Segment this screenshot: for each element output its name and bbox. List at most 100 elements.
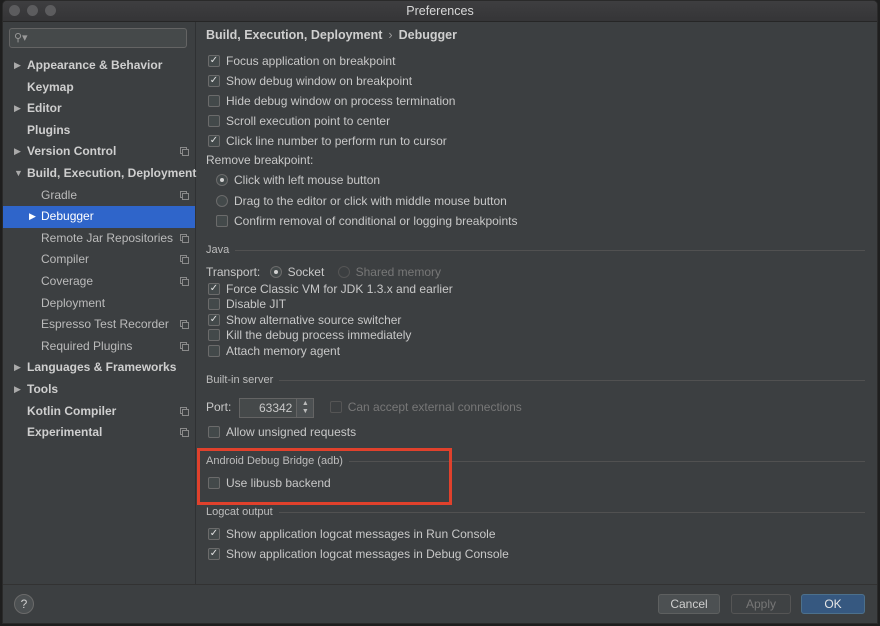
alt-source-label: Show alternative source switcher bbox=[226, 313, 402, 327]
project-settings-icon bbox=[180, 255, 189, 265]
force-classic-checkbox[interactable]: ✓ bbox=[208, 282, 220, 295]
breadcrumb-parent[interactable]: Build, Execution, Deployment bbox=[206, 28, 382, 42]
sidebar-item-tools[interactable]: ▶ Tools bbox=[3, 379, 195, 401]
sidebar-item-label: Languages & Frameworks bbox=[27, 360, 177, 375]
minimize-window-button[interactable] bbox=[27, 5, 38, 16]
sidebar-item-experimental[interactable]: Experimental bbox=[3, 422, 195, 444]
maximize-window-button[interactable] bbox=[45, 5, 56, 16]
kill-process-checkbox[interactable] bbox=[208, 328, 220, 341]
scroll-exec-point-checkbox[interactable] bbox=[208, 114, 220, 127]
section-divider bbox=[206, 250, 865, 251]
sidebar-item-deployment[interactable]: Deployment bbox=[3, 293, 195, 315]
external-connections-checkbox bbox=[329, 400, 342, 413]
help-button[interactable]: ? bbox=[14, 594, 34, 614]
show-debug-window-checkbox[interactable]: ✓ bbox=[208, 74, 220, 87]
sidebar-item-languages-frameworks[interactable]: ▶ Languages & Frameworks bbox=[3, 357, 195, 379]
expand-arrow-icon[interactable]: ▶ bbox=[14, 357, 21, 379]
collapse-arrow-icon[interactable]: ▼ bbox=[14, 163, 23, 185]
force-classic-label: Force Classic VM for JDK 1.3.x and earli… bbox=[226, 282, 453, 296]
search-box[interactable]: ⚲▾ bbox=[9, 28, 187, 48]
title-bar: Preferences bbox=[3, 1, 877, 22]
attach-memory-checkbox[interactable] bbox=[208, 344, 220, 357]
alt-source-checkbox[interactable]: ✓ bbox=[208, 313, 220, 326]
click-left-radio[interactable] bbox=[216, 173, 228, 186]
kill-process-label: Kill the debug process immediately bbox=[226, 328, 412, 342]
logcat-debug-console-option[interactable]: ✓ Show application logcat messages in Deb… bbox=[208, 545, 509, 563]
expand-arrow-icon[interactable]: ▶ bbox=[14, 379, 21, 401]
sidebar-item-label: Plugins bbox=[27, 122, 71, 137]
cancel-button[interactable]: Cancel bbox=[658, 594, 720, 614]
sidebar-item-required-plugins[interactable]: Required Plugins bbox=[3, 336, 195, 358]
project-settings-icon bbox=[180, 190, 189, 200]
expand-arrow-icon[interactable]: ▶ bbox=[14, 141, 21, 163]
logcat-run-console-checkbox[interactable]: ✓ bbox=[208, 527, 220, 540]
port-spinner[interactable]: ▲ ▼ bbox=[297, 397, 315, 418]
hide-debug-window-checkbox[interactable] bbox=[208, 94, 220, 107]
logcat-debug-console-checkbox[interactable]: ✓ bbox=[208, 547, 220, 560]
logcat-run-console-option[interactable]: ✓ Show application logcat messages in Run… bbox=[208, 525, 496, 543]
sidebar-item-build-execution-deployment[interactable]: ▼ Build, Execution, Deployment bbox=[3, 163, 197, 185]
sidebar-item-compiler[interactable]: Compiler bbox=[3, 249, 195, 271]
adb-highlight-annotation bbox=[197, 448, 452, 505]
sidebar-item-plugins[interactable]: Plugins bbox=[3, 120, 195, 142]
show-debug-window-option[interactable]: ✓ Show debug window on breakpoint bbox=[208, 72, 412, 90]
click-line-number-checkbox[interactable]: ✓ bbox=[208, 134, 220, 147]
sidebar-item-appearance-behavior[interactable]: ▶ Appearance & Behavior bbox=[3, 55, 195, 77]
project-settings-icon bbox=[180, 233, 189, 243]
expand-arrow-icon[interactable]: ▶ bbox=[14, 98, 21, 120]
click-line-number-option[interactable]: ✓ Click line number to perform run to cur… bbox=[208, 132, 447, 150]
project-settings-icon bbox=[180, 341, 189, 351]
section-divider bbox=[206, 512, 865, 513]
search-input[interactable] bbox=[28, 30, 182, 48]
disable-jit-checkbox[interactable] bbox=[208, 297, 220, 310]
sidebar-item-editor[interactable]: ▶ Editor bbox=[3, 98, 195, 120]
drag-or-middle-radio[interactable] bbox=[216, 194, 228, 207]
spinner-down-icon[interactable]: ▼ bbox=[302, 408, 309, 415]
spinner-up-icon[interactable]: ▲ bbox=[302, 400, 309, 407]
socket-option[interactable]: Socket bbox=[269, 265, 324, 279]
confirm-removal-option[interactable]: Confirm removal of conditional or loggin… bbox=[216, 212, 517, 230]
logcat-run-console-label: Show application logcat messages in Run … bbox=[226, 527, 496, 541]
expand-arrow-icon[interactable]: ▶ bbox=[29, 206, 36, 228]
server-section-title: Built-in server bbox=[206, 373, 280, 387]
remove-breakpoint-label: Remove breakpoint: bbox=[206, 153, 314, 167]
sidebar-item-label: Build, Execution, Deployment bbox=[27, 165, 197, 180]
unsigned-requests-option[interactable]: Allow unsigned requests bbox=[208, 423, 356, 441]
project-settings-icon bbox=[180, 428, 189, 438]
scroll-exec-point-option[interactable]: Scroll execution point to center bbox=[208, 112, 390, 130]
hide-debug-window-option[interactable]: Hide debug window on process termination bbox=[208, 92, 455, 110]
unsigned-requests-checkbox[interactable] bbox=[208, 425, 220, 438]
confirm-removal-checkbox[interactable] bbox=[216, 214, 228, 227]
sidebar-item-label: Deployment bbox=[41, 295, 106, 310]
project-settings-icon bbox=[180, 406, 189, 416]
socket-radio[interactable] bbox=[269, 265, 282, 278]
focus-app-option[interactable]: ✓ Focus application on breakpoint bbox=[208, 52, 395, 70]
attach-memory-option[interactable]: Attach memory agent bbox=[208, 342, 340, 360]
shared-memory-radio bbox=[337, 265, 350, 278]
sidebar-item-gradle[interactable]: Gradle bbox=[3, 185, 195, 207]
port-input[interactable]: 63342 bbox=[239, 397, 298, 418]
disable-jit-label: Disable JIT bbox=[226, 297, 287, 311]
click-left-option[interactable]: Click with left mouse button bbox=[216, 171, 380, 189]
sidebar-item-remote-jar-repositories[interactable]: Remote Jar Repositories bbox=[3, 228, 195, 250]
server-section-header: Built-in server bbox=[206, 373, 865, 387]
sidebar-item-label: Espresso Test Recorder bbox=[41, 317, 169, 332]
breadcrumb-current: Debugger bbox=[398, 28, 457, 42]
sidebar-item-label: Gradle bbox=[41, 187, 78, 202]
sidebar-item-kotlin-compiler[interactable]: Kotlin Compiler bbox=[3, 401, 195, 423]
sidebar-item-label: Appearance & Behavior bbox=[27, 58, 163, 72]
sidebar-item-espresso-test-recorder[interactable]: Espresso Test Recorder bbox=[3, 314, 195, 336]
focus-app-checkbox[interactable]: ✓ bbox=[208, 54, 220, 67]
sidebar-item-version-control[interactable]: ▶ Version Control bbox=[3, 141, 195, 163]
ok-button[interactable]: OK bbox=[801, 594, 865, 614]
sidebar-item-label: Version Control bbox=[27, 144, 117, 159]
sidebar-item-debugger[interactable]: ▶ Debugger bbox=[3, 206, 195, 228]
drag-or-middle-option[interactable]: Drag to the editor or click with middle … bbox=[216, 192, 507, 210]
close-window-button[interactable] bbox=[9, 5, 20, 16]
sidebar-item-keymap[interactable]: Keymap bbox=[3, 77, 195, 99]
shared-memory-option: Shared memory bbox=[337, 265, 441, 279]
sidebar-item-coverage[interactable]: Coverage bbox=[3, 271, 195, 293]
project-settings-icon bbox=[180, 276, 189, 286]
attach-memory-label: Attach memory agent bbox=[226, 344, 341, 358]
expand-arrow-icon[interactable]: ▶ bbox=[14, 55, 21, 77]
